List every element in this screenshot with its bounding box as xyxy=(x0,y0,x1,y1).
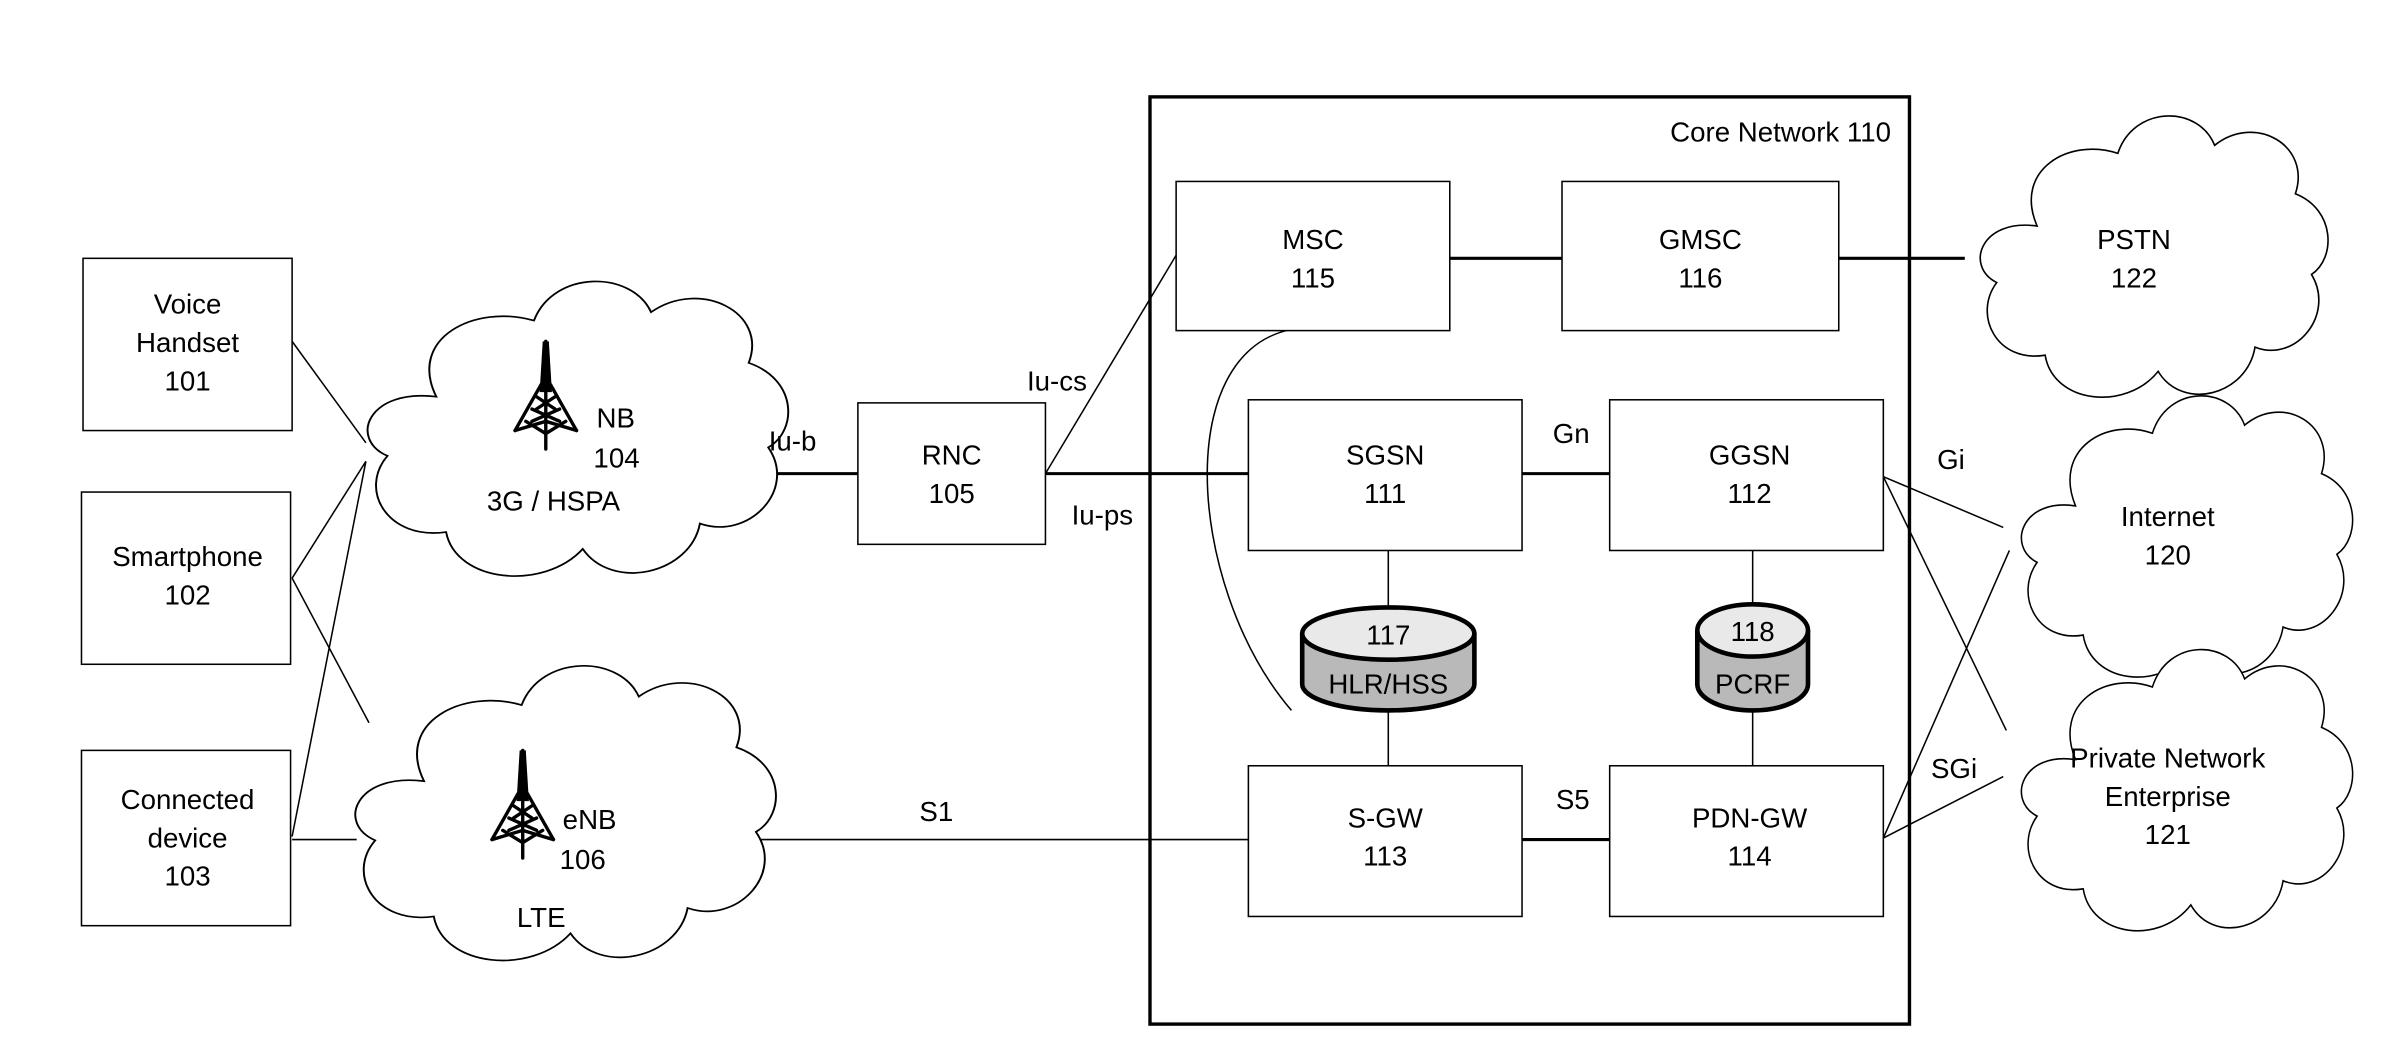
network-name: PSTN xyxy=(2097,224,2171,255)
node-sgsn[interactable]: SGSN 111 xyxy=(1247,399,1523,552)
device-smartphone[interactable]: Smartphone 102 xyxy=(80,491,292,666)
cloud-lte[interactable]: eNB 106 LTE xyxy=(354,664,777,962)
node-name: S-GW xyxy=(1348,802,1424,833)
interface-label-iucs: Iu-cs xyxy=(1027,366,1087,397)
network-name: Internet xyxy=(2121,501,2215,532)
device-label: Smartphone xyxy=(112,541,263,572)
device-label: Handset xyxy=(136,327,239,358)
node-pdn-gw[interactable]: PDN-GW 114 xyxy=(1608,764,1885,918)
network-architecture-diagram: Core Network 110 Voice Handset 101 Smart… xyxy=(80,95,2354,1026)
database-hlr-hss[interactable]: 117 HLR/HSS xyxy=(1299,605,1477,713)
network-name: Enterprise xyxy=(2105,781,2231,812)
device-number: 103 xyxy=(164,861,210,892)
device-number: 102 xyxy=(164,579,210,610)
interface-label-s5: S5 xyxy=(1556,784,1590,815)
network-number: 121 xyxy=(2145,819,2191,850)
station-label: eNB xyxy=(563,804,617,835)
node-name: GGSN xyxy=(1709,439,1790,470)
cloud-pstn[interactable]: PSTN 122 xyxy=(1979,115,2329,399)
device-label: device xyxy=(148,822,228,853)
node-msc[interactable]: MSC 115 xyxy=(1175,180,1451,332)
station-number: 104 xyxy=(593,442,639,473)
network-number: 122 xyxy=(2111,263,2157,294)
node-gmsc[interactable]: GMSC 116 xyxy=(1561,180,1840,332)
cloud-internet[interactable]: Internet 120 xyxy=(2020,395,2354,678)
network-type-label: 3G / HSPA xyxy=(487,486,621,517)
interface-label-sgi: SGi xyxy=(1931,753,1977,784)
device-voice-handset[interactable]: Voice Handset 101 xyxy=(82,257,293,432)
interface-label-iups: Iu-ps xyxy=(1072,499,1133,530)
node-sgw[interactable]: S-GW 113 xyxy=(1247,764,1523,918)
node-name: PDN-GW xyxy=(1692,802,1808,833)
network-type-label: LTE xyxy=(517,902,566,933)
interface-label-iub: Iu-b xyxy=(769,426,817,457)
interface-label-s1: S1 xyxy=(919,796,953,827)
device-connected-device[interactable]: Connected device 103 xyxy=(80,749,292,927)
node-number: 114 xyxy=(1728,841,1772,872)
network-number: 120 xyxy=(2145,539,2191,570)
cloud-3g-hspa[interactable]: NB 104 3G / HSPA xyxy=(366,280,790,578)
node-number: 111 xyxy=(1364,478,1406,509)
database-name: HLR/HSS xyxy=(1328,668,1448,699)
node-number: 115 xyxy=(1291,263,1335,294)
network-name: Private Network xyxy=(2070,742,2265,773)
node-name: RNC xyxy=(922,439,982,470)
cloud-private-network[interactable]: Private Network Enterprise 121 xyxy=(2020,648,2354,932)
interface-label-gn: Gn xyxy=(1553,418,1590,449)
node-number: 116 xyxy=(1678,263,1722,294)
device-number: 101 xyxy=(164,366,210,397)
station-label: NB xyxy=(597,402,635,433)
node-number: 112 xyxy=(1728,478,1772,509)
node-number: 105 xyxy=(929,478,975,509)
device-label: Voice xyxy=(154,289,222,320)
node-rnc[interactable]: RNC 105 xyxy=(857,402,1047,546)
station-number: 106 xyxy=(560,844,606,875)
database-number: 118 xyxy=(1731,616,1775,647)
node-name: GMSC xyxy=(1659,224,1742,255)
interface-label-gi: Gi xyxy=(1937,444,1965,475)
core-network-label: Core Network 110 xyxy=(1670,116,1891,147)
node-ggsn[interactable]: GGSN 112 xyxy=(1608,399,1885,552)
node-name: SGSN xyxy=(1346,439,1424,470)
node-number: 113 xyxy=(1363,841,1407,872)
database-name: PCRF xyxy=(1715,668,1790,699)
node-name: MSC xyxy=(1282,224,1343,255)
database-number: 117 xyxy=(1366,619,1410,650)
database-pcrf[interactable]: 118 PCRF xyxy=(1695,602,1811,713)
device-label: Connected xyxy=(121,784,255,815)
